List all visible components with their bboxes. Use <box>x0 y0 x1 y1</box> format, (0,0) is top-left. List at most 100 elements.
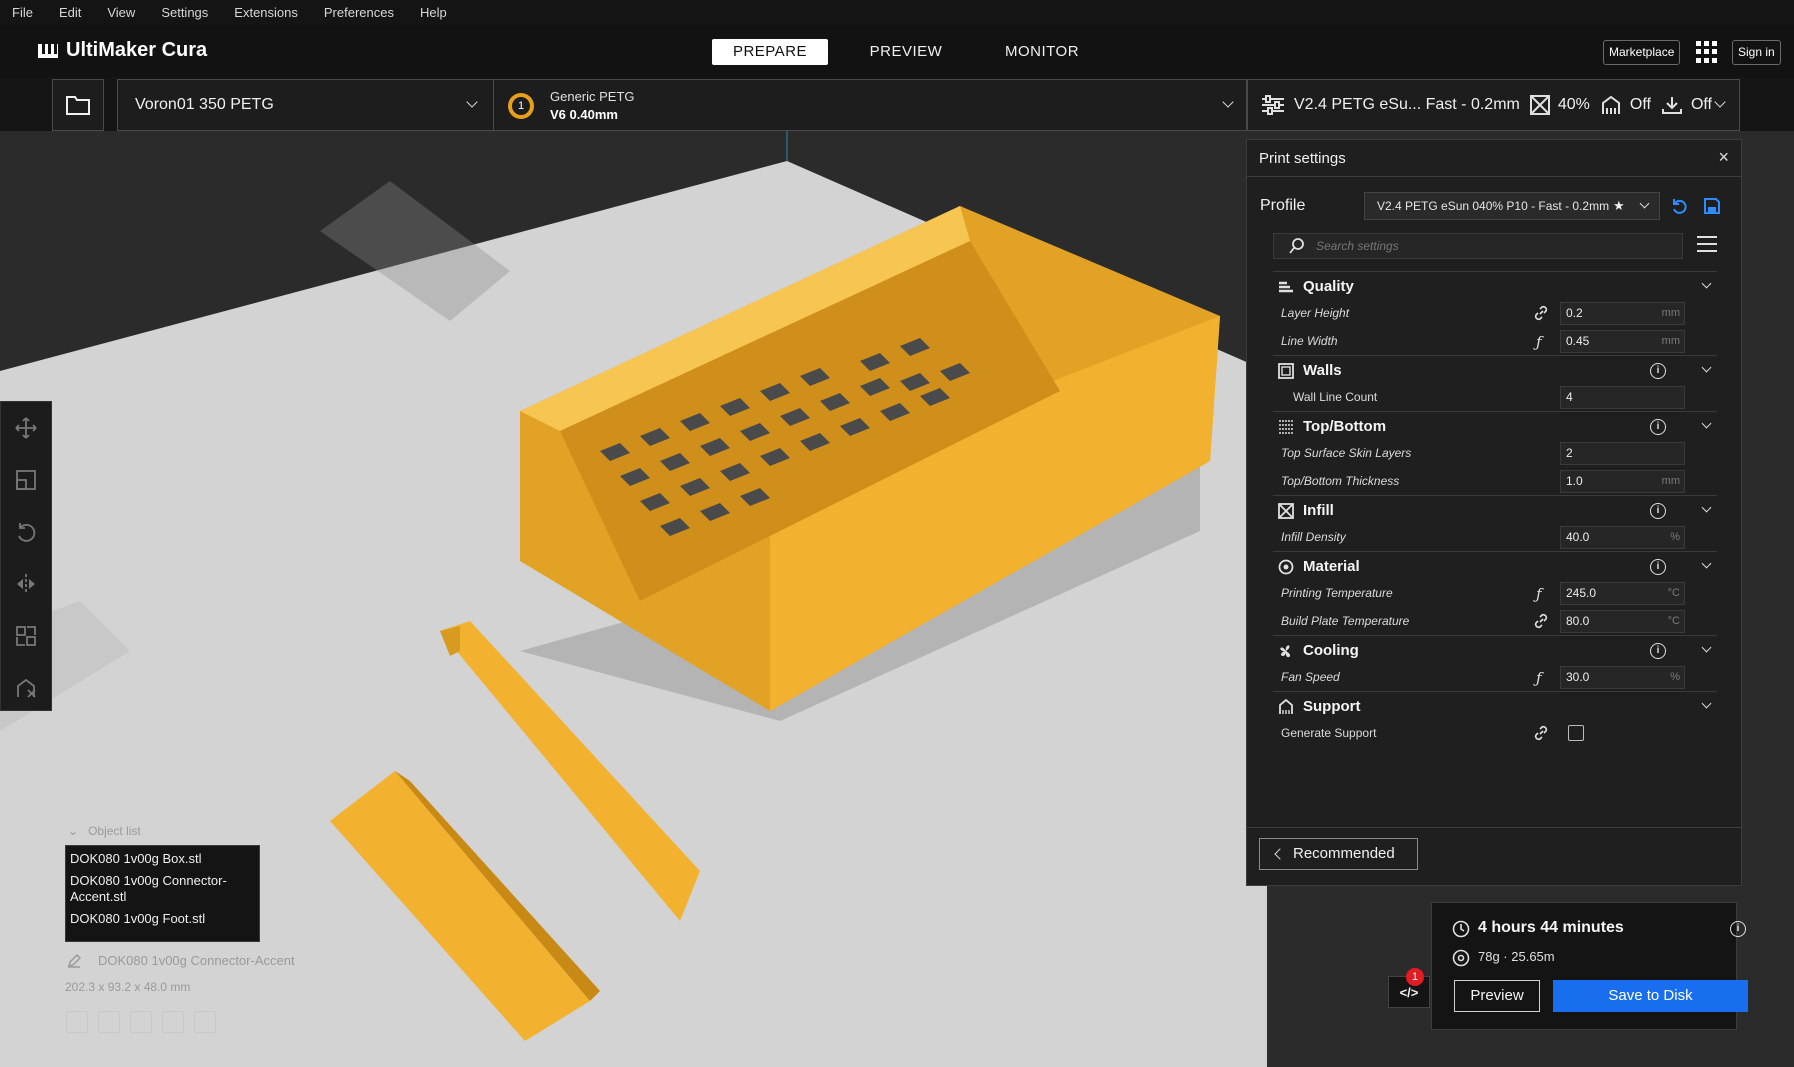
build-plate-temperature-field[interactable]: 80.0 °C <box>1560 610 1685 633</box>
view-front-icon[interactable] <box>98 1011 120 1033</box>
mirror-tool[interactable] <box>1 558 51 610</box>
tab-prepare[interactable]: PREPARE <box>712 39 828 65</box>
function-icon[interactable]: ƒ <box>1536 333 1542 351</box>
open-file-button[interactable] <box>52 79 104 131</box>
printing-temperature-field[interactable]: 245.0 °C <box>1560 582 1685 605</box>
info-icon[interactable]: i <box>1650 559 1666 575</box>
menu-edit[interactable]: Edit <box>59 5 81 20</box>
material-selector[interactable]: 1 Generic PETG V6 0.40mm <box>494 79 1247 131</box>
menu-extensions[interactable]: Extensions <box>234 5 298 20</box>
menu-bar: File Edit View Settings Extensions Prefe… <box>0 0 1794 25</box>
section-quality[interactable]: Quality <box>1273 271 1717 301</box>
fan-speed-field[interactable]: 30.0% <box>1560 666 1685 689</box>
material-icon <box>1278 559 1294 580</box>
section-label: Top/Bottom <box>1303 418 1387 435</box>
menu-settings[interactable]: Settings <box>161 5 208 20</box>
marketplace-button[interactable]: Marketplace <box>1603 40 1681 65</box>
search-input[interactable] <box>1316 234 1676 258</box>
view-top-icon[interactable] <box>130 1011 152 1033</box>
setting-top-skin-layers: Top Surface Skin Layers 2 <box>1273 439 1717 467</box>
per-model-settings-tool[interactable] <box>1 610 51 662</box>
move-tool[interactable] <box>1 402 51 454</box>
top-skin-layers-field[interactable]: 2 <box>1560 442 1685 465</box>
material-usage: 78g · 25.65m <box>1478 949 1555 964</box>
preview-button[interactable]: Preview <box>1454 980 1540 1012</box>
rotate-tool[interactable] <box>1 506 51 558</box>
menu-file[interactable]: File <box>12 5 33 20</box>
print-time: 4 hours 44 minutes <box>1478 919 1624 936</box>
object-list-header[interactable]: ⌄ Object list <box>68 824 141 838</box>
link-icon[interactable] <box>1533 305 1549 326</box>
section-cooling[interactable]: Cooling i <box>1273 635 1717 665</box>
view-right-icon[interactable] <box>194 1011 216 1033</box>
selected-object-dimensions: 202.3 x 93.2 x 48.0 mm <box>65 980 191 994</box>
line-width-field[interactable]: 0.45 mm <box>1560 330 1685 353</box>
generate-support-checkbox[interactable] <box>1568 725 1584 741</box>
profile-summary: V2.4 PETG eSu... Fast - 0.2mm <box>1294 96 1520 113</box>
menu-preferences[interactable]: Preferences <box>324 5 394 20</box>
link-icon[interactable] <box>1533 613 1549 634</box>
scale-tool[interactable] <box>1 454 51 506</box>
settings-menu-icon[interactable] <box>1697 236 1717 257</box>
list-item[interactable]: DOK080 1v00g Foot.stl <box>70 911 255 927</box>
profile-value: V2.4 PETG eSun 040% P10 - Fast - 0.2mm <box>1377 199 1610 213</box>
infill-density-field[interactable]: 40.0% <box>1560 526 1685 549</box>
sign-in-button[interactable]: Sign in <box>1732 40 1781 65</box>
stage-tabs: PREPARE PREVIEW MONITOR <box>712 39 1120 65</box>
tab-monitor[interactable]: MONITOR <box>984 39 1100 65</box>
section-support[interactable]: Support <box>1273 691 1717 721</box>
save-profile-icon[interactable] <box>1703 197 1721 220</box>
print-action-panel: 4 hours 44 minutes i 78g · 25.65m Previe… <box>1431 902 1748 1030</box>
section-material[interactable]: Material i <box>1273 551 1717 581</box>
list-item[interactable]: DOK080 1v00g Box.stl <box>70 851 255 867</box>
chevron-down-icon <box>1701 502 1712 513</box>
print-setup-selector[interactable]: V2.4 PETG eSu... Fast - 0.2mm 40% Off Of… <box>1247 79 1740 131</box>
section-topbottom[interactable]: Top/Bottom i <box>1273 411 1717 441</box>
per-model-settings-icon <box>16 626 36 646</box>
setting-label: Build Plate Temperature <box>1281 614 1410 628</box>
menu-help[interactable]: Help <box>420 5 447 20</box>
clock-icon <box>1452 920 1470 943</box>
move-icon <box>15 417 37 439</box>
apps-grid-icon[interactable] <box>1696 41 1718 63</box>
reset-icon[interactable] <box>1671 197 1689 220</box>
close-icon[interactable]: × <box>1718 147 1729 168</box>
setting-topbottom-thickness: Top/Bottom Thickness 1.0 mm <box>1273 467 1717 495</box>
settings-search[interactable] <box>1273 233 1683 259</box>
section-walls[interactable]: Walls i <box>1273 355 1717 385</box>
extruder-icon: 1 <box>508 93 534 119</box>
topbottom-thickness-field[interactable]: 1.0 mm <box>1560 470 1685 493</box>
function-icon[interactable]: ƒ <box>1536 585 1542 603</box>
info-icon[interactable]: i <box>1650 503 1666 519</box>
section-infill[interactable]: Infill i <box>1273 495 1717 525</box>
info-icon[interactable]: i <box>1650 363 1666 379</box>
support-blocker-tool[interactable] <box>1 662 51 714</box>
wall-line-count-field[interactable]: 4 <box>1560 386 1685 409</box>
function-icon[interactable]: ƒ <box>1536 669 1542 687</box>
layer-height-field[interactable]: 0.2 mm <box>1560 302 1685 325</box>
chevron-down-icon <box>1701 362 1712 373</box>
chevron-down-icon <box>1639 198 1650 209</box>
view-3d-icon[interactable] <box>66 1011 88 1033</box>
material-name: Generic PETG <box>550 89 635 104</box>
profile-dropdown[interactable]: V2.4 PETG eSun 040% P10 - Fast - 0.2mm ★ <box>1364 192 1660 220</box>
link-icon[interactable] <box>1533 725 1549 746</box>
app-header: UltiMaker Cura PREPARE PREVIEW MONITOR M… <box>0 25 1794 77</box>
edit-icon[interactable] <box>67 953 82 968</box>
app-name: UltiMaker Cura <box>66 39 208 61</box>
machine-selector[interactable]: Voron01 350 PETG <box>117 79 494 131</box>
scale-icon <box>16 470 36 490</box>
list-item[interactable]: DOK080 1v00g Connector-Accent.stl <box>70 873 255 905</box>
setting-layer-height: Layer Height 0.2 mm <box>1273 299 1717 327</box>
info-icon[interactable]: i <box>1650 643 1666 659</box>
object-list: DOK080 1v00g Box.stl DOK080 1v00g Connec… <box>65 845 260 942</box>
info-icon[interactable]: i <box>1650 419 1666 435</box>
save-to-disk-button[interactable]: Save to Disk <box>1553 980 1748 1012</box>
menu-view[interactable]: View <box>107 5 135 20</box>
info-icon[interactable]: i <box>1730 921 1746 937</box>
quality-icon <box>1278 279 1294 300</box>
recommended-button[interactable]: Recommended <box>1259 838 1418 870</box>
view-left-icon[interactable] <box>162 1011 184 1033</box>
tab-preview[interactable]: PREVIEW <box>848 39 964 65</box>
setting-label: Layer Height <box>1281 306 1350 320</box>
